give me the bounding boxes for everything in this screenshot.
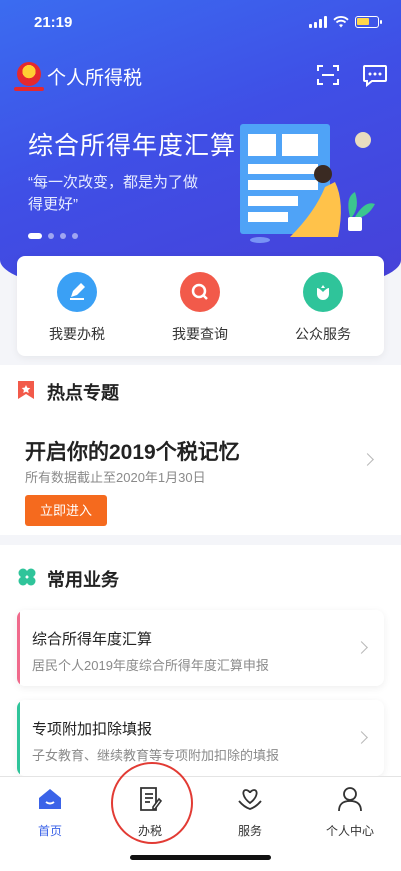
service-card-special-deduction[interactable]: 专项附加扣除填报 子女教育、继续教育等专项附加扣除的填报	[17, 700, 384, 776]
card-accent	[17, 700, 20, 776]
service-card-annual-settlement[interactable]: 综合所得年度汇算 居民个人2019年度综合所得年度汇算申报	[17, 610, 384, 686]
scan-icon[interactable]	[316, 63, 340, 87]
signal-icon	[309, 16, 327, 28]
quick-action-label: 我要查询	[172, 326, 228, 342]
banner-subtitle: “每一次改变，都是为了做得更好”	[28, 174, 198, 213]
chevron-right-icon	[355, 731, 368, 744]
carousel-dot	[28, 233, 42, 239]
search-icon	[180, 272, 220, 312]
service-description: 子女教育、继续教育等专项附加扣除的填报	[32, 748, 280, 763]
flower-icon	[303, 272, 343, 312]
wifi-icon	[333, 16, 349, 28]
carousel-dot	[60, 233, 66, 239]
quick-action-label: 我要办税	[49, 326, 105, 342]
national-emblem-logo	[17, 62, 41, 86]
highlight-circle-annotation	[111, 762, 193, 844]
section-title: 常用业务	[47, 570, 119, 590]
message-icon[interactable]	[362, 63, 388, 87]
common-services-header: 常用业务	[0, 558, 401, 594]
carousel-dots	[28, 233, 78, 239]
tab-label: 首页	[37, 824, 62, 838]
status-bar: 21:19	[0, 0, 401, 46]
emblem-ribbon	[14, 87, 44, 91]
section-title: 热点专题	[47, 383, 119, 403]
card-accent	[17, 610, 20, 686]
tab-label: 服务	[237, 824, 262, 838]
quick-action-label: 公众服务	[295, 326, 351, 342]
header-background: 21:19 个人所得税 综合所得年度汇算 “每一次改变，都是为了做得更好”	[0, 0, 401, 300]
user-icon	[338, 787, 362, 812]
enter-now-button[interactable]: 立即进入	[25, 495, 107, 526]
quick-actions-card: 我要办税 我要查询 公众服务	[17, 256, 384, 356]
hot-topic-subtitle: 所有数据截止至2020年1月30日	[25, 470, 206, 485]
service-title: 专项附加扣除填报	[32, 721, 153, 738]
tab-label: 个人中心	[325, 824, 374, 838]
pen-icon	[57, 272, 97, 312]
bookmark-star-icon	[18, 381, 34, 399]
status-time: 21:19	[34, 14, 73, 31]
banner-title: 综合所得年度汇算	[28, 132, 237, 160]
chevron-right-icon	[355, 641, 368, 654]
carousel-dot	[72, 233, 78, 239]
quick-action-query[interactable]: 我要查询	[145, 272, 255, 344]
home-icon	[39, 789, 61, 809]
heart-hands-icon	[238, 789, 262, 810]
battery-icon	[355, 16, 382, 28]
banner-carousel[interactable]: 综合所得年度汇算 “每一次改变，都是为了做得更好”	[0, 110, 401, 250]
status-icons	[309, 16, 382, 28]
quick-action-public-service[interactable]: 公众服务	[268, 272, 378, 344]
service-description: 居民个人2019年度综合所得年度汇算申报	[32, 658, 269, 673]
tab-home[interactable]: 首页	[0, 785, 100, 839]
app-bar: 个人所得税	[0, 55, 401, 95]
hot-topics-header: 热点专题	[0, 373, 401, 409]
carousel-dot	[48, 233, 54, 239]
tab-personal-center[interactable]: 个人中心	[300, 785, 400, 839]
tab-service[interactable]: 服务	[200, 785, 300, 839]
app-title: 个人所得税	[47, 68, 143, 89]
service-title: 综合所得年度汇算	[32, 631, 153, 648]
clover-icon	[18, 568, 36, 586]
banner-illustration	[240, 124, 375, 243]
quick-action-tax[interactable]: 我要办税	[22, 272, 132, 344]
hot-topic-title[interactable]: 开启你的2019个税记忆	[25, 436, 240, 466]
home-indicator[interactable]	[130, 855, 271, 860]
